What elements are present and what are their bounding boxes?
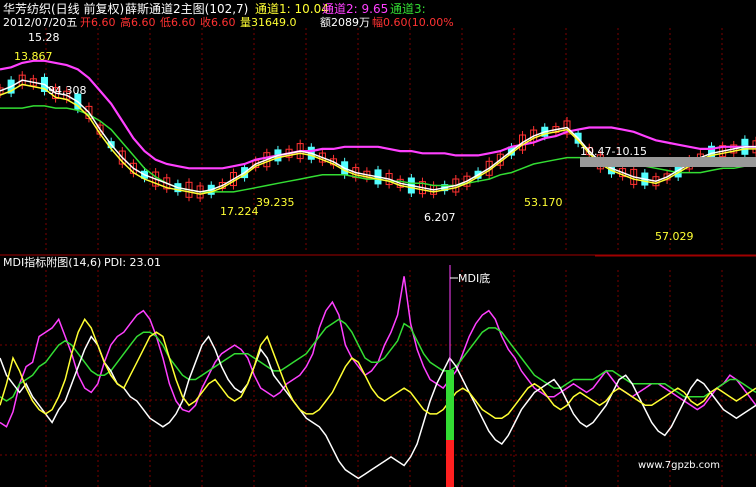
price-label: 53.170 xyxy=(524,196,563,209)
mdi-lines xyxy=(0,276,756,480)
series-line xyxy=(0,335,756,480)
candlesticks xyxy=(0,71,756,202)
price-label: 39.235 xyxy=(256,196,295,209)
mdi-marker-red-bar xyxy=(446,440,454,487)
price-label: 15.28 xyxy=(28,31,60,44)
sub-panel-title: MDI指标附图(14,6) xyxy=(3,255,101,269)
chart-window: 华芳纺织(日线 前复权) 薛斯通道2主图(102,7) 通道1: 10.04 通… xyxy=(0,0,756,487)
info-open: 开6.60 xyxy=(80,16,116,29)
price-label: 94.308 xyxy=(48,84,87,97)
series-line xyxy=(0,317,756,419)
info-volume: 量31649.0 xyxy=(240,16,297,29)
stock-name: 华芳纺织(日线 前复权) xyxy=(3,1,124,16)
pdi-value: PDI: 23.01 xyxy=(104,256,161,269)
mdi-marker-green-bar xyxy=(446,370,454,440)
main-indicator-name: 薛斯通道2主图(102,7) xyxy=(125,2,248,16)
info-date: 2012/07/20五 xyxy=(3,16,77,29)
price-label: 13.867 xyxy=(14,50,53,63)
info-change: 幅0.60(10.00% xyxy=(372,16,454,29)
mdi-marker-label: MDI底 xyxy=(458,271,490,285)
price-label: 10.47-10.15 xyxy=(580,145,647,158)
watermark: www.7gpzb.com xyxy=(638,460,720,471)
info-close: 收6.60 xyxy=(200,15,236,29)
channel2-value: 通道2: 9.65 xyxy=(322,2,388,16)
channel1-value: 通道1: 10.04 xyxy=(255,2,329,16)
chart-canvas[interactable]: 华芳纺织(日线 前复权) 薛斯通道2主图(102,7) 通道1: 10.04 通… xyxy=(0,0,756,487)
info-amount: 额2089万 xyxy=(320,16,370,29)
price-label: 57.029 xyxy=(655,230,694,243)
resistance-band xyxy=(580,157,756,167)
info-high: 高6.60 xyxy=(120,15,156,29)
info-low: 低6.60 xyxy=(160,16,196,29)
channel3-value: 通道3: xyxy=(390,2,426,16)
price-label: 17.224 xyxy=(220,205,259,218)
price-label: 6.207 xyxy=(424,211,456,224)
series-line xyxy=(0,318,756,402)
